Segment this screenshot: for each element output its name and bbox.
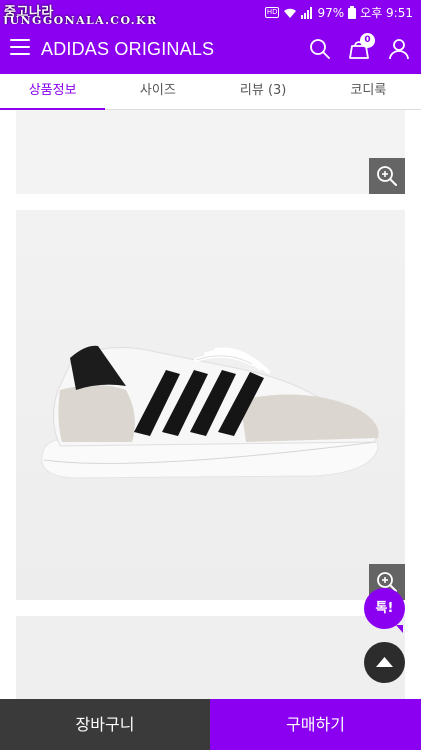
zoom-button[interactable]: [369, 158, 405, 194]
hd-badge: HD: [264, 7, 280, 18]
status-indicators: HD 97% 오후 9:51: [264, 4, 413, 21]
tab-reviews[interactable]: 리뷰 (3): [211, 74, 316, 109]
scroll-top-icon: [376, 657, 393, 667]
add-to-cart-button[interactable]: 장바구니: [0, 699, 210, 750]
product-image: [16, 210, 405, 600]
hamburger-icon[interactable]: [10, 39, 30, 59]
sneaker-illustration: [41, 345, 379, 479]
search-icon[interactable]: [307, 36, 333, 62]
status-bar: 중고나라 JUNGGONALA.CO.KR HD 97% 오후 9:51: [0, 0, 421, 27]
app-header: ADIDAS ORIGINALS 0: [0, 24, 421, 74]
tab-coordination[interactable]: 코디룩: [316, 74, 421, 109]
zoom-in-icon: [377, 166, 397, 186]
cart-button[interactable]: 0: [346, 33, 375, 62]
bottom-action-bar: 장바구니 구매하기: [0, 699, 421, 750]
tab-size[interactable]: 사이즈: [105, 74, 210, 109]
user-icon[interactable]: [386, 36, 412, 62]
battery-percent: 97%: [317, 5, 345, 20]
talk-chat-button[interactable]: 톡!: [364, 588, 405, 633]
scroll-top-button[interactable]: [364, 642, 405, 683]
buy-now-button[interactable]: 구매하기: [210, 699, 421, 750]
clock: 오후 9:51: [360, 6, 413, 20]
product-image: [16, 110, 405, 194]
cart-count-badge: 0: [360, 33, 375, 48]
wifi-icon: [284, 8, 297, 18]
product-tabs: 상품정보 사이즈 리뷰 (3) 코디룩: [0, 74, 421, 110]
tab-product-info[interactable]: 상품정보: [0, 74, 106, 110]
battery-icon: [348, 6, 357, 19]
signal-icon: [301, 6, 313, 19]
page-title: ADIDAS ORIGINALS: [41, 39, 215, 59]
